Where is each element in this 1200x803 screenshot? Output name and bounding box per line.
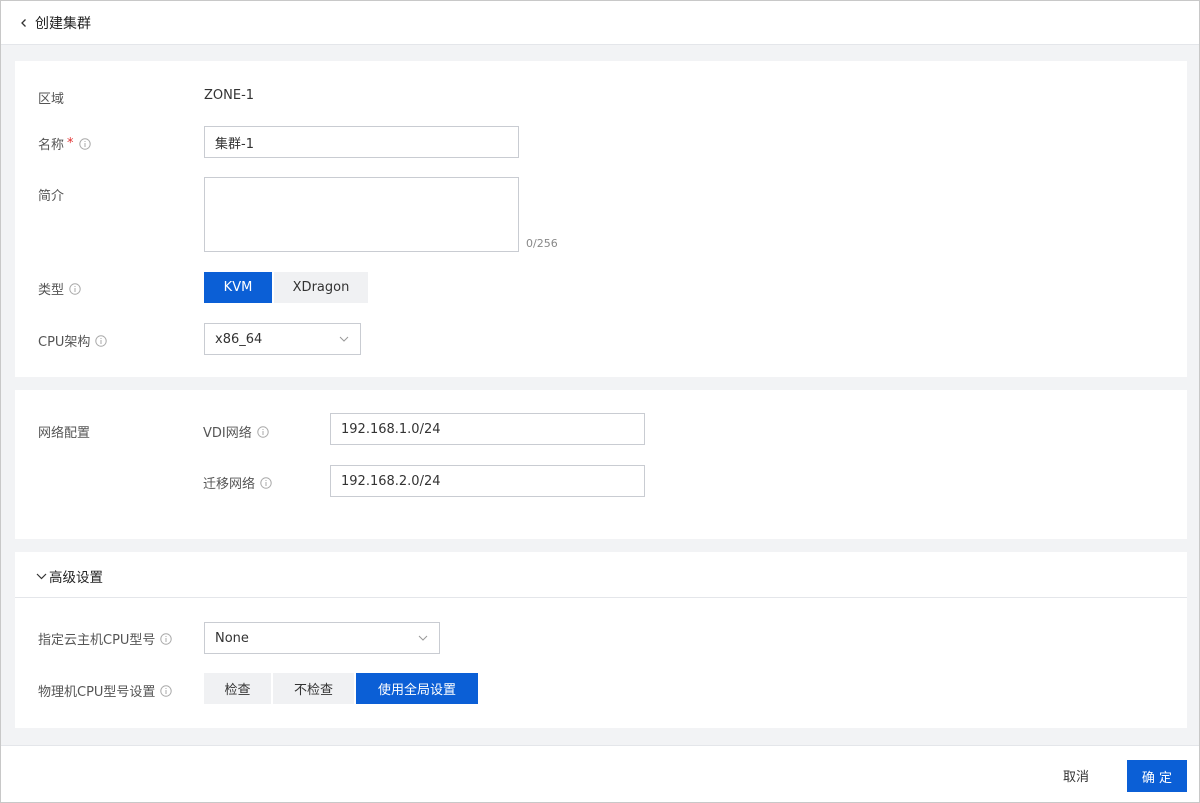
chevron-down-icon xyxy=(35,570,47,582)
cpu-arch-select[interactable]: x86_64 xyxy=(204,323,361,355)
type-label: 类型 xyxy=(38,283,65,298)
type-option-kvm[interactable]: KVM xyxy=(204,272,272,303)
zone-label: 区域 xyxy=(38,92,65,107)
basic-info-card: 区域 ZONE-1 名称 * 简介 0/256 类型 KVM XDragon C… xyxy=(15,61,1187,377)
cancel-button[interactable]: 取消 xyxy=(1063,766,1089,785)
info-icon[interactable] xyxy=(95,334,108,347)
advanced-card: 高级设置 指定云主机CPU型号 None 物理机CPU型号设置 检查 不检查 使… xyxy=(15,552,1187,728)
confirm-button[interactable]: 确 定 xyxy=(1127,760,1187,792)
host-cpu-check-option-check[interactable]: 检查 xyxy=(204,673,271,704)
type-option-xdragon[interactable]: XDragon xyxy=(274,272,368,303)
cpu-arch-value: x86_64 xyxy=(215,331,263,347)
vm-cpu-model-select[interactable]: None xyxy=(204,622,440,654)
info-icon[interactable] xyxy=(69,282,81,295)
migrate-label: 迁移网络 xyxy=(203,477,256,492)
vdi-network-input[interactable] xyxy=(330,413,645,445)
cpu-arch-label: CPU架构 xyxy=(38,335,91,350)
description-textarea[interactable] xyxy=(204,177,519,252)
host-cpu-check-option-no-check[interactable]: 不检查 xyxy=(273,673,354,704)
vdi-label-row: VDI网络 xyxy=(203,422,269,441)
host-cpu-check-label: 物理机CPU型号设置 xyxy=(38,685,156,700)
section-divider xyxy=(15,597,1187,598)
cpu-arch-label-row: CPU架构 xyxy=(38,331,108,350)
char-counter: 0/256 xyxy=(526,237,558,250)
required-marker: * xyxy=(67,136,74,151)
host-cpu-check-label-row: 物理机CPU型号设置 xyxy=(38,681,173,700)
page-title: 创建集群 xyxy=(35,15,91,32)
chevron-left-icon[interactable] xyxy=(17,16,31,30)
vm-cpu-model-label-row: 指定云主机CPU型号 xyxy=(38,629,173,648)
host-cpu-check-option-global[interactable]: 使用全局设置 xyxy=(356,673,478,704)
desc-label: 简介 xyxy=(38,189,65,204)
chevron-down-icon xyxy=(338,333,350,345)
network-section-label: 网络配置 xyxy=(38,426,91,441)
chevron-down-icon xyxy=(417,632,429,644)
migrate-label-row: 迁移网络 xyxy=(203,473,272,492)
info-icon[interactable] xyxy=(160,632,173,645)
zone-value: ZONE-1 xyxy=(204,88,255,103)
vm-cpu-model-value: None xyxy=(215,630,249,646)
advanced-toggle-label: 高级设置 xyxy=(49,570,103,586)
info-icon[interactable] xyxy=(160,684,173,697)
type-label-row: 类型 xyxy=(38,279,81,298)
info-icon[interactable] xyxy=(78,137,91,150)
info-icon[interactable] xyxy=(260,476,272,489)
page-footer: 取消 确 定 xyxy=(1,745,1199,802)
vdi-label: VDI网络 xyxy=(203,426,252,441)
name-input[interactable] xyxy=(204,126,519,158)
page-header: 创建集群 xyxy=(1,1,1199,45)
advanced-toggle[interactable]: 高级设置 xyxy=(35,566,103,586)
info-icon[interactable] xyxy=(257,425,269,438)
name-label: 名称 xyxy=(38,138,65,153)
vm-cpu-model-label: 指定云主机CPU型号 xyxy=(38,633,156,648)
network-card: 网络配置 VDI网络 迁移网络 xyxy=(15,390,1187,539)
create-cluster-page: 创建集群 区域 ZONE-1 名称 * 简介 0/256 类型 KVM XDra… xyxy=(0,0,1200,803)
name-label-row: 名称 * xyxy=(38,134,91,153)
migrate-network-input[interactable] xyxy=(330,465,645,497)
